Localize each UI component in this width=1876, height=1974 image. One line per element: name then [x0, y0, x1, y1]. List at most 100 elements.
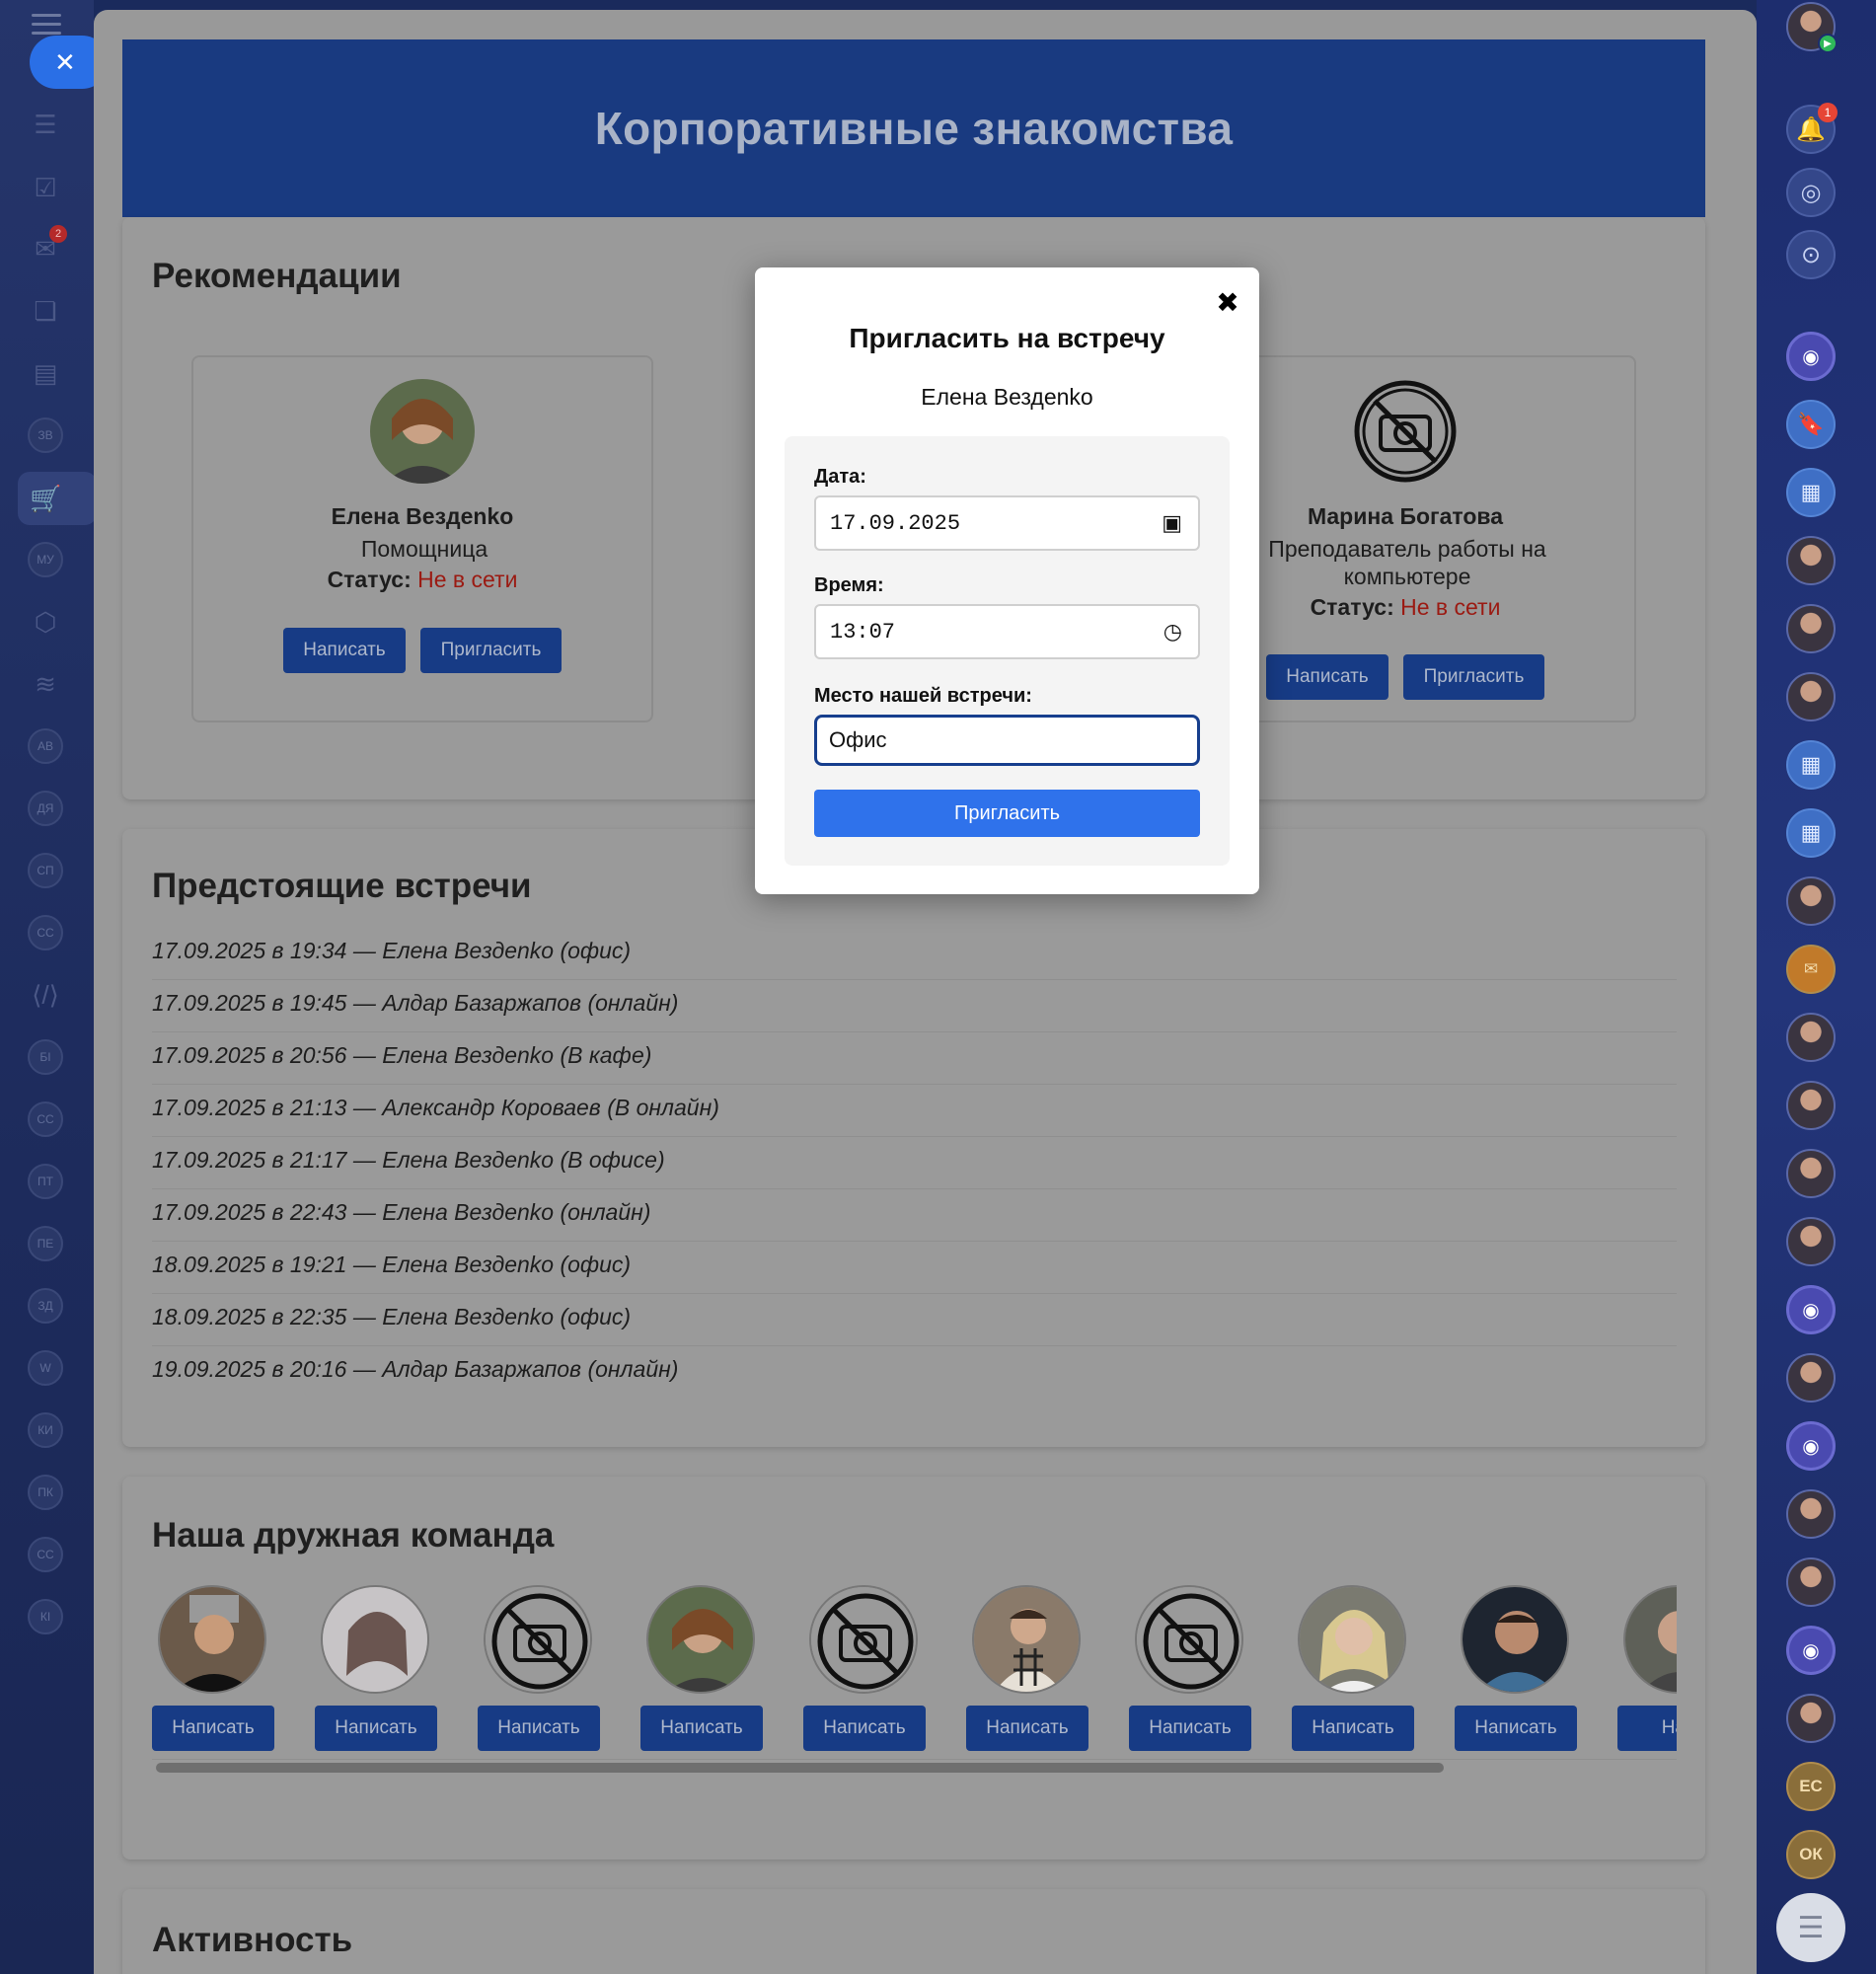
chat-group-icon[interactable]: ◉	[1786, 332, 1836, 381]
menu-icon[interactable]	[32, 14, 61, 38]
chat-group-icon[interactable]: ◉	[1786, 1421, 1836, 1471]
list-icon[interactable]: ☰	[1776, 1893, 1845, 1962]
bookmark-icon[interactable]: 🔖	[1786, 400, 1836, 449]
chat-group-icon[interactable]: ◉	[1786, 1626, 1836, 1675]
sidebar-item-13[interactable]: ПК	[28, 1475, 63, 1510]
user-avatar[interactable]: ▶	[1786, 2, 1838, 53]
chat-group-icon[interactable]: ◉	[1786, 1285, 1836, 1334]
sidebar-item-3[interactable]: ДЯ	[28, 791, 63, 826]
write-button[interactable]: Написать	[803, 1706, 926, 1751]
team-member: Написать	[478, 1585, 600, 1753]
target-icon[interactable]: ◎	[1786, 168, 1836, 217]
team-member: Написать	[640, 1585, 763, 1753]
meetings-section: Предстоящие встречи 17.09.2025 в 19:34 —…	[122, 829, 1705, 1447]
sidebar-item-11[interactable]: W	[28, 1350, 63, 1386]
modal-title: Пригласить на встречу	[849, 323, 1165, 353]
sidebar-item-6[interactable]: БІ	[28, 1039, 63, 1075]
initials-avatar-es[interactable]: ЕС	[1786, 1762, 1836, 1811]
contact-avatar[interactable]	[1786, 1489, 1836, 1539]
invite-button[interactable]: Пригласить	[420, 628, 562, 673]
status-label: Статус:	[327, 567, 412, 592]
avatar	[1461, 1585, 1569, 1694]
initials-avatar-ok[interactable]: ОК	[1786, 1830, 1836, 1879]
sidebar-item-0[interactable]: ЗВ	[28, 418, 63, 453]
tasks-icon[interactable]: ☑	[28, 170, 63, 205]
sidebar-item-14[interactable]: СС	[28, 1537, 63, 1572]
no-photo-icon	[809, 1585, 918, 1694]
write-button[interactable]: Написать	[315, 1706, 437, 1751]
filter-icon[interactable]: ☰	[28, 107, 63, 142]
sidebar-item-12[interactable]: КИ	[28, 1412, 63, 1448]
contact-avatar[interactable]	[1786, 1149, 1836, 1198]
chat-icon[interactable]: ❏	[28, 293, 63, 329]
write-button[interactable]: Написать	[283, 628, 406, 673]
sidebar-item-2[interactable]: АВ	[28, 728, 63, 764]
contact-avatar[interactable]	[1786, 1694, 1836, 1743]
sidebar-item-9[interactable]: ПЕ	[28, 1226, 63, 1261]
team-member: Нап	[1617, 1585, 1677, 1753]
clock-icon[interactable]: ◷	[1163, 620, 1182, 645]
contact-avatar[interactable]	[1786, 672, 1836, 721]
sidebar-item-8[interactable]: ПТ	[28, 1164, 63, 1199]
sidebar-item-7[interactable]: СС	[28, 1101, 63, 1137]
write-button[interactable]: Нап	[1617, 1706, 1677, 1751]
contact-avatar[interactable]	[1786, 1557, 1836, 1607]
contact-avatar[interactable]	[1786, 1353, 1836, 1403]
close-icon[interactable]: ✖	[1214, 289, 1241, 317]
no-photo-icon	[1353, 379, 1458, 484]
search-chat-icon[interactable]: ⊙	[1786, 230, 1836, 279]
sidebar-item-1[interactable]: МУ	[28, 542, 63, 577]
write-button[interactable]: Написать	[1129, 1706, 1251, 1751]
date-value: 17.09.2025	[830, 510, 961, 536]
code-icon[interactable]: ⟨/⟩	[28, 977, 63, 1013]
page-title: Корпоративные знакомства	[594, 103, 1234, 154]
mail-group-icon[interactable]: ✉	[1786, 945, 1836, 994]
contact-avatar[interactable]	[1786, 604, 1836, 653]
contact-avatar[interactable]	[1786, 1081, 1836, 1130]
mail-icon[interactable]: ✉ 2	[28, 225, 67, 266]
sidebar-item-4[interactable]: СП	[28, 853, 63, 888]
card-role: Преподаватель работы на компьютере	[1268, 536, 1546, 589]
bell-icon[interactable]: 🔔 1	[1786, 103, 1838, 154]
sidebar-item-15[interactable]: КІ	[28, 1599, 63, 1634]
sidebar-item-10[interactable]: ЗД	[28, 1288, 63, 1324]
cart-icon[interactable]: 🛒	[18, 472, 97, 525]
date-field[interactable]: 17.09.2025 ▣	[814, 495, 1200, 551]
team-member: Написать	[315, 1585, 437, 1753]
calendar-icon[interactable]: ▣	[1162, 511, 1182, 536]
contact-avatar[interactable]	[1786, 1013, 1836, 1062]
team-member: Написать	[966, 1585, 1088, 1753]
contact-avatar[interactable]	[1786, 536, 1836, 585]
write-button[interactable]: Написать	[966, 1706, 1088, 1751]
document-icon[interactable]: ▤	[28, 355, 63, 391]
team-scrollbar[interactable]	[156, 1763, 1444, 1773]
contact-avatar[interactable]	[1786, 1217, 1836, 1266]
team-member: Написать	[1455, 1585, 1577, 1753]
box-icon[interactable]: ⬡	[28, 604, 63, 640]
sidebar-item-5[interactable]: СС	[28, 915, 63, 950]
play-icon: ▶	[1818, 34, 1838, 53]
place-input[interactable]	[814, 715, 1200, 766]
team-member: Написать	[152, 1585, 274, 1753]
no-photo-icon	[484, 1585, 592, 1694]
submit-invite-button[interactable]: Пригласить	[814, 790, 1200, 837]
calendar-icon[interactable]: ▦	[1786, 808, 1836, 858]
calendar-icon[interactable]: ▦	[1786, 740, 1836, 790]
write-button[interactable]: Написать	[1455, 1706, 1577, 1751]
date-label: Дата:	[814, 466, 866, 488]
time-label: Время:	[814, 574, 884, 596]
team-scrollbar-track	[152, 1759, 1677, 1760]
write-button[interactable]: Написать	[640, 1706, 763, 1751]
calendar-icon[interactable]: ▦	[1786, 468, 1836, 517]
invite-button[interactable]: Пригласить	[1403, 654, 1544, 700]
time-value: 13:07	[830, 619, 896, 645]
team-member: Написать	[1292, 1585, 1414, 1753]
write-button[interactable]: Написать	[1266, 654, 1388, 700]
write-button[interactable]: Написать	[478, 1706, 600, 1751]
write-button[interactable]: Написать	[152, 1706, 274, 1751]
place-label: Место нашей встречи:	[814, 685, 1032, 707]
contact-avatar[interactable]	[1786, 876, 1836, 926]
write-button[interactable]: Написать	[1292, 1706, 1414, 1751]
time-field[interactable]: 13:07 ◷	[814, 604, 1200, 659]
stripes-icon[interactable]: ≋	[28, 666, 63, 702]
